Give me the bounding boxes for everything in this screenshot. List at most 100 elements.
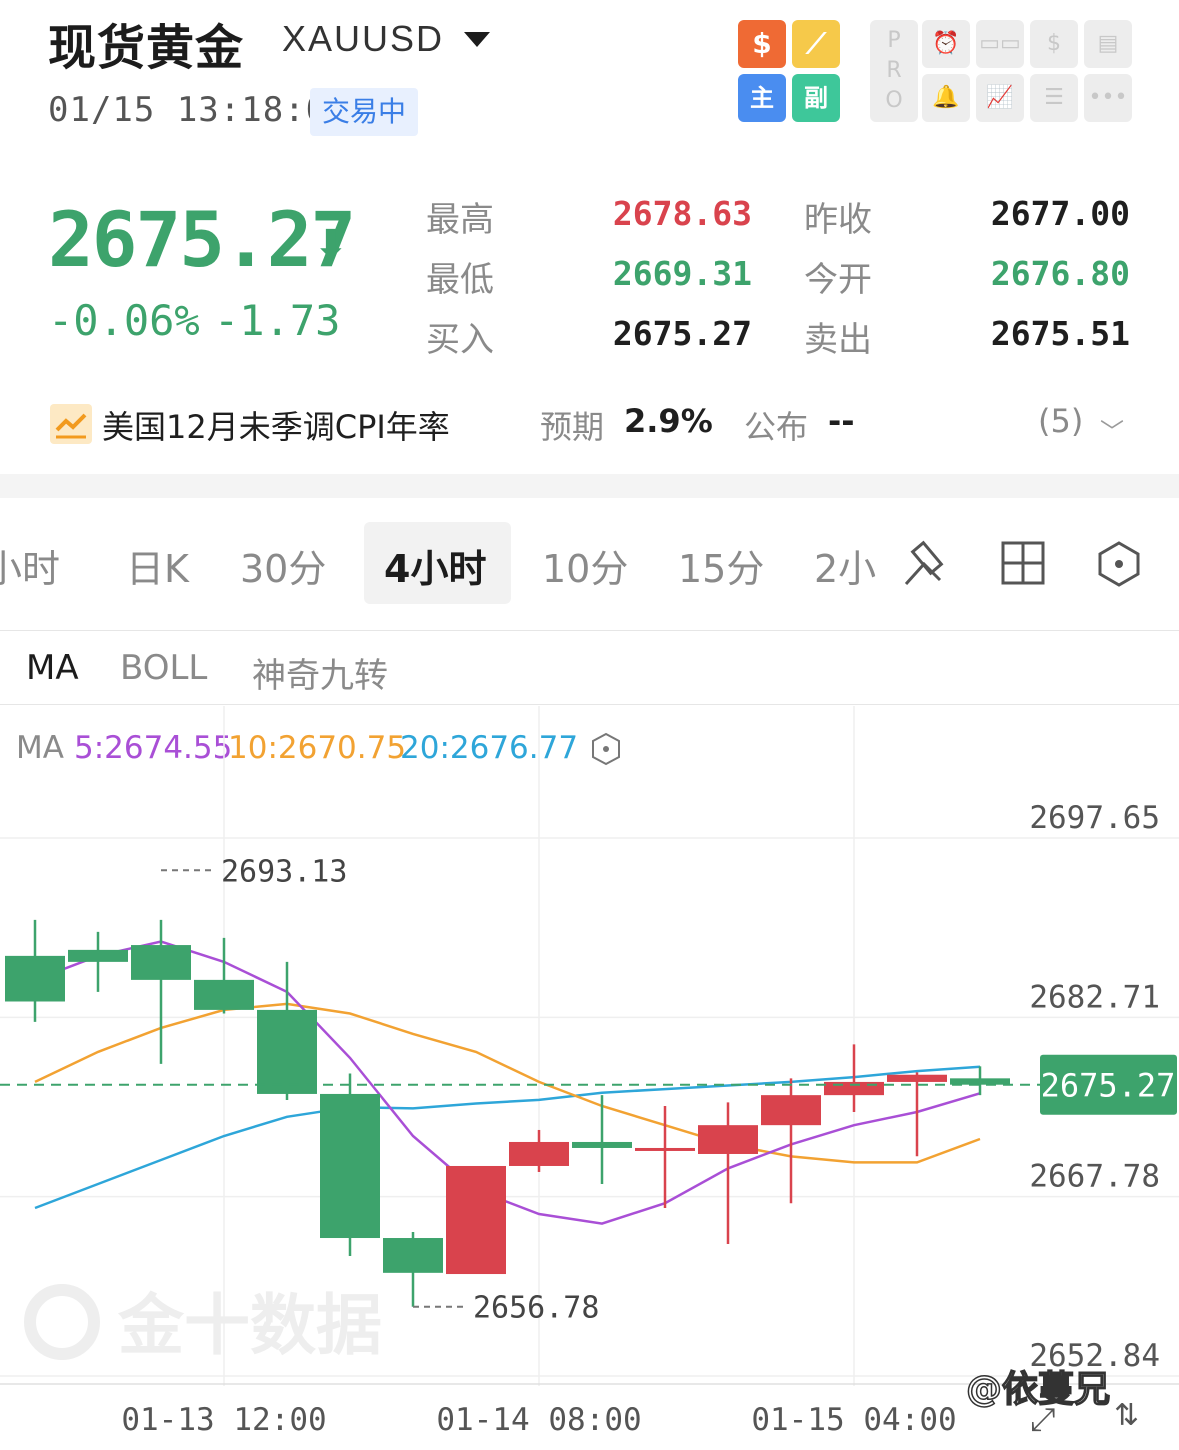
stat-value-open: 2676.80 <box>990 254 1130 293</box>
chevron-down-icon[interactable]: ﹀ <box>1100 412 1124 447</box>
y-tick-label: 2682.71 <box>1029 979 1160 1015</box>
candle-body <box>572 1141 632 1148</box>
draw-tool-icon[interactable] <box>900 536 954 590</box>
candle-body <box>383 1238 443 1273</box>
coin-icon[interactable]: $ <box>1030 20 1078 68</box>
instrument-title: 现货黄金 <box>48 20 245 76</box>
candlestick-chart[interactable]: 金十数据 2675.27 2693.13 2656.78 2697.65 2682.7… <box>0 706 1179 1450</box>
alarm-icon[interactable]: ⏰ <box>922 20 970 68</box>
brush-icon[interactable]: ⟋ <box>792 20 840 68</box>
tab-daily[interactable]: 日K <box>126 538 189 593</box>
quote-timestamp: 01/15 13:18:06 <box>48 90 349 130</box>
toggle-icon[interactable]: ▭▭ <box>976 20 1024 68</box>
main-glyph: 主 <box>750 84 774 112</box>
scroll-arrows-icon[interactable]: ⇅ <box>1114 1398 1139 1433</box>
event-published-value: -- <box>828 402 855 440</box>
watermark: 金十数据 <box>24 1284 382 1364</box>
last-price-label: 2675.27 <box>1041 1067 1176 1105</box>
tab-15m[interactable]: 15分 <box>678 538 764 593</box>
event-trend-icon <box>55 413 87 439</box>
divider <box>0 704 1179 705</box>
candle-body <box>257 1009 317 1094</box>
candle-body <box>635 1147 695 1151</box>
tab-10m[interactable]: 10分 <box>542 538 628 593</box>
sub-glyph: 副 <box>804 84 828 112</box>
event-name[interactable]: 美国12月未季调CPI年率 <box>102 402 450 448</box>
candle <box>383 1232 443 1307</box>
indicator-ma[interactable]: MA <box>26 648 79 688</box>
candle-body <box>887 1074 947 1082</box>
tab-30m[interactable]: 30分 <box>240 538 326 593</box>
trend-icon[interactable]: 📈 <box>976 74 1024 122</box>
bell-icon[interactable]: 🔔 <box>922 74 970 122</box>
pro-icon[interactable]: PRO <box>870 20 918 122</box>
stat-value-prev-close: 2677.00 <box>990 194 1130 233</box>
y-tick-label: 2667.78 <box>1029 1159 1160 1195</box>
chevron-down-icon[interactable] <box>464 32 490 47</box>
high-marker-label: 2693.13 <box>221 854 347 889</box>
stat-label-low: 最低 <box>426 260 494 300</box>
stat-value-bid: 2675.27 <box>612 314 752 353</box>
section-divider <box>0 474 1179 498</box>
candle <box>572 1095 632 1184</box>
stat-value-high: 2678.63 <box>612 194 752 233</box>
expand-icon[interactable]: ⤢ <box>1030 1400 1056 1439</box>
tab-1h[interactable]: 小时 <box>0 538 60 593</box>
watermark-text: 金十数据 <box>117 1287 382 1364</box>
dollar-icon[interactable]: $ <box>738 20 786 68</box>
candle-body <box>761 1095 821 1126</box>
x-axis: 01-13 12:00 01-14 08:00 01-15 04:00 <box>121 1402 956 1438</box>
candle-body <box>194 979 254 1010</box>
candle <box>5 919 65 1022</box>
report-icon[interactable]: ▤ <box>1084 20 1132 68</box>
list-icon[interactable]: ☰ <box>1030 74 1078 122</box>
candle <box>509 1129 569 1172</box>
stat-label-bid: 买入 <box>426 320 494 360</box>
tab-4h[interactable]: 4小时 <box>384 538 486 593</box>
stat-label-prev-close: 昨收 <box>804 200 872 240</box>
stat-label-ask: 卖出 <box>804 320 872 360</box>
layout-grid-icon[interactable] <box>1000 540 1046 586</box>
candle-body <box>698 1125 758 1154</box>
stat-label-open: 今开 <box>804 260 872 300</box>
low-marker-label: 2656.78 <box>473 1291 599 1326</box>
x-tick-label: 01-14 08:00 <box>436 1402 641 1438</box>
economic-event-icon <box>50 404 92 444</box>
change-value: -1.73 <box>214 296 341 345</box>
stat-value-low: 2669.31 <box>612 254 752 293</box>
down-arrow-icon: ⬇ <box>314 222 348 268</box>
candle-body <box>509 1141 569 1166</box>
tab-2h[interactable]: 2小 <box>814 538 880 593</box>
brush-glyph: ⟋ <box>806 27 826 60</box>
stat-value-ask: 2675.51 <box>990 314 1130 353</box>
x-tick-label: 01-13 12:00 <box>121 1402 326 1438</box>
x-tick-label: 01-15 04:00 <box>751 1402 956 1438</box>
candle <box>68 931 128 992</box>
settings-hexagon-icon[interactable] <box>1096 540 1142 588</box>
change-percent: -0.06% <box>48 296 200 345</box>
candles <box>5 919 1010 1307</box>
event-published-label: 公布 <box>744 408 809 446</box>
indicator-td9[interactable]: 神奇九转 <box>252 648 388 697</box>
sub-chart-icon[interactable]: 副 <box>792 74 840 122</box>
status-badge: 交易中 <box>310 88 419 136</box>
more-icon[interactable]: ••• <box>1084 74 1132 122</box>
candle <box>194 937 254 1014</box>
candle <box>698 1102 758 1245</box>
last-price: 2675.27 <box>48 195 356 284</box>
divider <box>0 630 1179 631</box>
indicator-boll[interactable]: BOLL <box>120 648 207 688</box>
candle-body <box>68 949 128 962</box>
event-count[interactable]: (5) <box>1038 402 1083 440</box>
main-chart-icon[interactable]: 主 <box>738 74 786 122</box>
chart-grid <box>0 706 1179 1386</box>
stat-label-high: 最高 <box>426 200 494 240</box>
candle <box>320 1073 380 1257</box>
symbol-selector[interactable]: XAUUSD <box>282 18 444 60</box>
price-markers: 2675.27 2693.13 2656.78 <box>0 854 1177 1326</box>
candle-body <box>446 1165 506 1275</box>
candle <box>131 919 191 1064</box>
candle <box>761 1078 821 1204</box>
event-expected-value: 2.9% <box>624 402 713 440</box>
candle-body <box>5 955 65 1002</box>
